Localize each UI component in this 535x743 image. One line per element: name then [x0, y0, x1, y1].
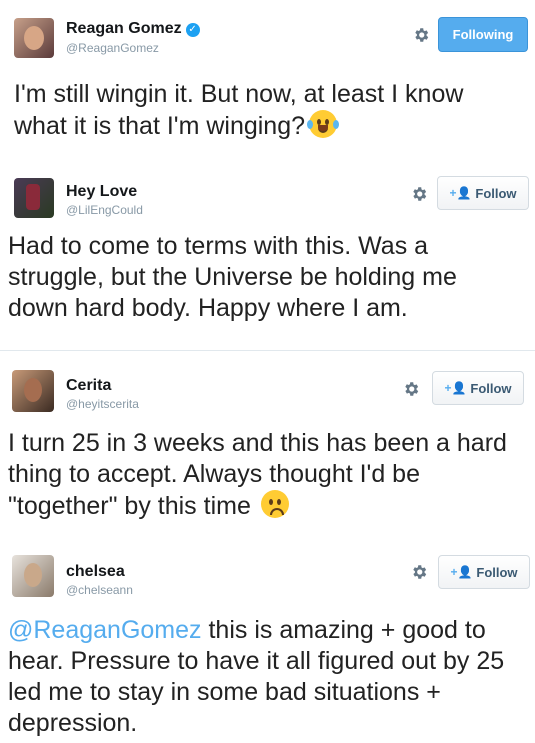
tweet-text: Had to come to terms with this. Was a st…: [8, 231, 457, 324]
tweet-line-text: this is amazing + good to: [201, 616, 486, 644]
worried-face-emoji-icon: [260, 490, 289, 518]
follow-button-label: Follow: [470, 380, 512, 396]
tweet-line: down hard body. Happy where I am.: [8, 294, 408, 322]
add-user-icon: +👤: [444, 381, 467, 395]
tweet-line: Had to come to terms with this. Was a: [8, 232, 429, 260]
tweet-text: @ReaganGomez this is amazing + good to h…: [8, 615, 504, 739]
mention-link[interactable]: @ReaganGomez: [8, 616, 202, 644]
tweet-line: struggle, but the Universe be holding me: [8, 263, 457, 291]
avatar[interactable]: [12, 370, 54, 412]
gear-icon[interactable]: [402, 380, 420, 398]
verified-badge-icon: ✓: [185, 23, 200, 37]
tweet-line: hear. Pressure to have it all figured ou…: [8, 647, 505, 675]
tweet-text: I turn 25 in 3 weeks and this has been a…: [8, 428, 507, 522]
gear-icon[interactable]: [412, 26, 430, 44]
follow-button-label: Follow: [475, 185, 517, 201]
follow-button-label: Follow: [476, 564, 518, 580]
display-name[interactable]: Reagan Gomez ✓: [66, 20, 200, 38]
user-handle[interactable]: @ReaganGomez: [66, 41, 159, 55]
add-user-icon: +👤: [450, 565, 473, 579]
following-button[interactable]: Following: [438, 17, 528, 52]
tweet-line: led me to stay in some bad situations +: [8, 678, 441, 706]
tweet-hey-love: Hey Love @LilEngCould +👤 Follow Had to c…: [0, 165, 535, 350]
tweet-line: I turn 25 in 3 weeks and this has been a…: [8, 429, 507, 457]
display-name-text: Reagan Gomez: [66, 20, 182, 37]
follow-button[interactable]: +👤 Follow: [437, 176, 529, 210]
avatar[interactable]: [12, 555, 54, 597]
display-name[interactable]: Cerita: [66, 377, 111, 395]
gear-icon[interactable]: [410, 185, 428, 203]
user-handle[interactable]: @chelseann: [66, 583, 133, 597]
tweet-line-text: "together" by this time: [8, 492, 251, 520]
tweet-feed: Reagan Gomez ✓ @ReaganGomez Following I'm…: [0, 0, 535, 743]
tweet-text: I'm still wingin it. But now, at least I…: [14, 79, 463, 142]
avatar[interactable]: [14, 178, 54, 218]
display-name[interactable]: chelsea: [66, 563, 125, 581]
tweet-line: "together" by this time: [8, 490, 507, 522]
gear-icon[interactable]: [410, 563, 428, 581]
add-user-icon: +👤: [449, 186, 472, 200]
follow-button[interactable]: +👤 Follow: [432, 371, 524, 405]
avatar[interactable]: [14, 18, 54, 58]
tweet-line: what it is that I'm winging?: [14, 110, 463, 142]
tweet-line: @ReaganGomez this is amazing + good to: [8, 615, 504, 646]
tweet-chelsea: chelsea @chelseann +👤 Follow @ReaganGome…: [0, 545, 535, 743]
tweet-line-text: what it is that I'm winging?: [14, 112, 306, 140]
tweet-reagan-gomez: Reagan Gomez ✓ @ReaganGomez Following I'm…: [0, 0, 535, 165]
user-handle[interactable]: @heyitscerita: [66, 397, 139, 411]
tweet-line: I'm still wingin it. But now, at least I…: [14, 80, 464, 108]
user-handle[interactable]: @LilEngCould: [66, 203, 143, 217]
tweet-line: depression.: [8, 709, 138, 737]
tweet-cerita: Cerita @heyitscerita +👤 Follow I turn 25…: [0, 351, 535, 545]
display-name[interactable]: Hey Love: [66, 183, 137, 201]
tweet-line: thing to accept. Always thought I'd be: [8, 460, 420, 488]
follow-button[interactable]: +👤 Follow: [438, 555, 530, 589]
following-button-label: Following: [452, 27, 514, 42]
tears-of-joy-emoji-icon: [307, 110, 340, 138]
